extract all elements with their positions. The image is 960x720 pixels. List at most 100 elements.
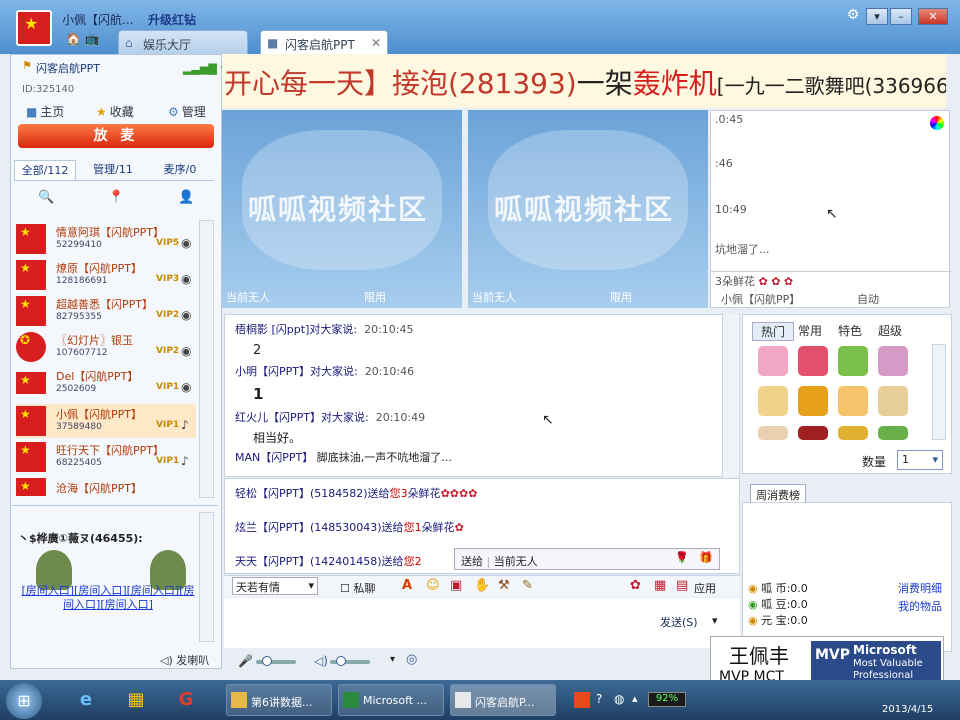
battery-indicator[interactable]: 92% <box>648 692 686 707</box>
video-panel-2[interactable]: 呱呱视频社区 当前无人 限用 <box>468 110 708 308</box>
gift-item[interactable] <box>838 386 868 416</box>
member-item-selected[interactable]: ★ 小佩【闪航PPT】 37589480 VIP1 ♪ <box>16 404 196 438</box>
ie-icon[interactable]: e <box>66 684 106 716</box>
close-button[interactable]: ✕ <box>918 8 948 25</box>
gift-item[interactable] <box>838 426 868 440</box>
upgrade-link[interactable]: 升级红钻 <box>148 11 196 28</box>
app-icon[interactable]: G <box>166 684 206 716</box>
gift-item[interactable] <box>798 346 828 376</box>
mic-volume-knob[interactable] <box>262 656 272 666</box>
font-select[interactable]: 天若有情 ▾ <box>232 577 318 595</box>
tab-lobby[interactable]: ⌂ 娱乐大厅 <box>118 30 248 54</box>
tray-icon[interactable]: ◍ <box>614 692 624 706</box>
calendar-icon[interactable]: ▦ <box>654 578 666 593</box>
settings-button[interactable]: ⚙ <box>842 8 864 25</box>
chat-user[interactable]: 红火儿【闪PPT】 <box>235 411 321 424</box>
close-tab-icon[interactable]: ✕ <box>371 36 381 50</box>
nav-favorite[interactable]: ★ 收藏 <box>96 103 134 120</box>
chat-user[interactable]: MAN【闪PPT】 <box>235 451 313 464</box>
send-options-icon[interactable]: ▾ <box>712 614 718 627</box>
signal-icon[interactable]: ▂▃▅▇ ▾ <box>183 62 226 75</box>
nav-manage[interactable]: ⚙ 管理 <box>168 103 206 120</box>
gift-item[interactable] <box>758 346 788 376</box>
speaker-volume-knob[interactable] <box>336 656 346 666</box>
chat-user[interactable]: 梧桐影 [闪ppt] <box>235 323 309 336</box>
color-wheel-icon[interactable] <box>930 116 944 130</box>
gift-item[interactable] <box>838 346 868 376</box>
location-icon[interactable]: 📍 <box>108 190 124 205</box>
gift-item[interactable] <box>878 346 908 376</box>
nav-home[interactable]: ■ 主页 <box>26 103 64 120</box>
speaker-icon[interactable]: ◁) <box>314 654 328 668</box>
windows-icon[interactable]: ▦ <box>116 684 156 716</box>
gift-tab-super[interactable]: 超级 <box>870 322 910 339</box>
user-nickname[interactable]: 小佩【闪航... <box>62 11 133 28</box>
member-item[interactable]: ★ 情意阿琪【闪航PPT】 52299410 VIP5 ◉ <box>16 222 196 256</box>
my-items-link[interactable]: 我的物品 <box>898 598 942 614</box>
chat-user[interactable]: 小明【闪PPT】 <box>235 365 310 378</box>
gift-item[interactable] <box>878 426 908 440</box>
minimize-window-button[interactable]: – <box>890 8 912 25</box>
flower-icon[interactable]: ✿ <box>630 578 641 593</box>
member-item[interactable]: ★ 燎原【闪航PPT】 128186691 VIP3 ◉ <box>16 258 196 292</box>
room-entry-links[interactable]: [房间入口][房间入口][房间入口][房间入口][房间入口] <box>16 584 200 612</box>
spending-details-link[interactable]: 消费明细 <box>898 580 942 596</box>
send-button[interactable]: 发送(S) <box>660 614 706 632</box>
broom-icon[interactable]: ✎ <box>522 578 533 593</box>
gift-item[interactable] <box>878 386 908 416</box>
gift-icon[interactable]: 🌹 <box>675 551 689 564</box>
record-icon[interactable]: ◎ <box>406 652 417 667</box>
member-list-scrollbar[interactable] <box>199 220 214 498</box>
quantity-select[interactable]: 1 ▾ <box>897 450 943 470</box>
tray-app-icon[interactable] <box>574 692 590 708</box>
horn-button[interactable]: ◁) 发喇叭 <box>160 652 209 668</box>
gift-item[interactable] <box>758 386 788 416</box>
member-item[interactable]: ★ 超越善悉【闪PPT】 82795355 VIP2 ◉ <box>16 294 196 328</box>
taskbar-item-room[interactable]: 闪客启航P... <box>450 684 556 716</box>
gift-item[interactable] <box>758 426 788 440</box>
help-icon[interactable]: ? <box>596 692 602 706</box>
chevron-up-icon[interactable]: ▴ <box>632 692 638 705</box>
clock-date[interactable]: 2013/4/15 <box>882 704 933 715</box>
member-item[interactable]: ★ Del【闪航PPT】 2502609 VIP1 ◉ <box>16 366 196 400</box>
chat-scrollbar[interactable] <box>722 314 738 477</box>
start-button[interactable]: ⊞ <box>6 683 42 719</box>
gift-icon[interactable]: ▣ <box>450 578 462 593</box>
member-item[interactable]: ★ 沧海【闪航PPT】 <box>16 476 196 498</box>
hand-icon[interactable]: ✋ <box>474 578 490 593</box>
taskbar-item-folder[interactable]: 第6讲数据... <box>226 684 332 716</box>
member-item[interactable]: ✪ 〖幻灯片〗银玉 107607712 VIP2 ◉ <box>16 330 196 364</box>
tab-mic-queue[interactable]: 麦序/0 <box>150 160 210 180</box>
private-chat-checkbox[interactable]: ☐ 私聊 <box>340 580 375 596</box>
release-mic-button[interactable]: 放 麦 <box>18 124 214 148</box>
video-mode[interactable]: 限用 <box>610 289 632 305</box>
apply-icon[interactable]: ▤ <box>676 578 688 593</box>
tab-all-members[interactable]: 全部/112 <box>14 160 76 180</box>
tab-admins[interactable]: 管理/11 <box>84 160 142 180</box>
video-mode[interactable]: 限用 <box>364 289 386 305</box>
minimize-button[interactable]: ▾ <box>866 8 888 25</box>
gift-scrollbar[interactable] <box>932 344 946 440</box>
chevron-down-icon[interactable]: ▾ <box>390 654 395 665</box>
gift-item[interactable] <box>798 386 828 416</box>
member-item[interactable]: ★ 旺行天下【闪航PPT】 68225405 VIP1 ♪ <box>16 440 196 474</box>
promo-scrollbar[interactable] <box>199 512 214 642</box>
video-panel-1[interactable]: 呱呱视频社区 当前无人 限用 <box>222 110 462 308</box>
mini-footer-mode[interactable]: 自动 <box>857 291 879 307</box>
apply-button[interactable]: 应用 <box>694 580 716 596</box>
gift-box-icon[interactable]: 🎁 <box>699 551 713 564</box>
emoji-icon[interactable]: ☺ <box>426 578 440 593</box>
gift-tab-special[interactable]: 特色 <box>830 322 870 339</box>
wealth-icons[interactable]: 🏠 📺 <box>66 32 100 46</box>
add-user-icon[interactable]: 👤 <box>178 190 194 205</box>
font-color-icon[interactable]: A <box>402 578 412 593</box>
search-icon[interactable]: 🔍 <box>38 190 54 205</box>
microphone-icon[interactable]: 🎤 <box>238 654 253 668</box>
send-to-selector[interactable]: 送给 | 当前无人 🌹 🎁 <box>454 548 720 570</box>
taskbar-item-excel[interactable]: Microsoft ... <box>338 684 444 716</box>
gift-tab-hot[interactable]: 热门 <box>752 322 795 341</box>
gift-item[interactable] <box>798 426 828 440</box>
tab-room[interactable]: ■ 闪客启航PPT ✕ <box>260 30 388 54</box>
hammer-icon[interactable]: ⚒ <box>498 578 510 593</box>
gift-tab-common[interactable]: 常用 <box>790 322 830 339</box>
